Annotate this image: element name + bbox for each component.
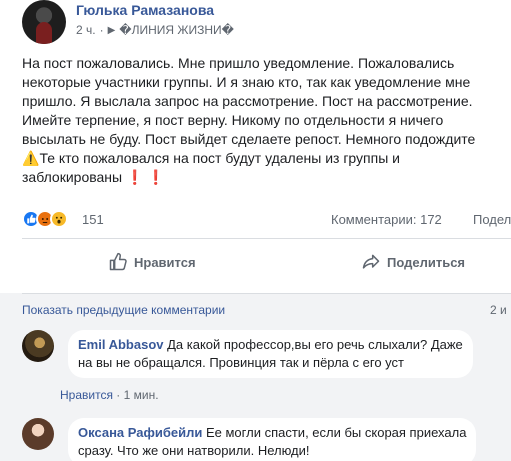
comment-text: Да какой профессор,вы его речь слыхали? … <box>167 337 463 352</box>
post-body: На пост пожаловались. Мне пришло уведомл… <box>22 54 511 187</box>
reactions-summary: 151 Комментарии: 172 Поделились <box>22 208 511 230</box>
like-button[interactable]: Нравится <box>108 252 196 272</box>
comment-text: сразу. Что же они натворили. Нелюди! <box>78 443 310 458</box>
post-text-line: На пост пожаловались. Мне пришло уведомл… <box>22 55 455 71</box>
comments-count-indicator: 2 и <box>490 303 507 317</box>
post-text-fragment: заблокированы <box>22 169 123 185</box>
commenter-avatar[interactable] <box>22 330 54 362</box>
exclamation-icon: ❗ ❗ <box>125 169 165 185</box>
post-actions: Нравится Поделиться <box>22 244 511 284</box>
comment-line: Emil Abbasov Да какой профессор,вы его р… <box>78 336 463 354</box>
comment-like-link[interactable]: Нравится <box>60 388 113 402</box>
comment-text: на вы не обращался. Провинция так и пёрл… <box>78 355 404 370</box>
post-text-line-last: заблокированы ❗ ❗ <box>22 168 511 187</box>
author-name[interactable]: Гюлька Рамазанова <box>76 2 214 18</box>
post-text-line: некоторые участники группы. И я знаю кто… <box>22 74 471 90</box>
post-header: Гюлька Рамазанова 2 ч. · ▶ �ЛИНИЯ ЖИЗНИ� <box>22 0 511 44</box>
divider <box>22 293 511 294</box>
author-avatar[interactable] <box>22 0 66 44</box>
post-text-line: высылать не буду. Пост выйдет сделаете р… <box>22 131 476 147</box>
comment-time[interactable]: 1 мин. <box>124 388 159 402</box>
post-text-line: пришло. Я выслала запрос на рассмотрение… <box>22 93 473 109</box>
thumbs-up-icon <box>109 252 127 271</box>
commenter-name[interactable]: Emil Abbasov <box>78 337 163 352</box>
post-text-fragment: Те кто пожаловался на пост будут удалены… <box>39 150 400 166</box>
meta-separator: · <box>99 23 104 37</box>
share-count[interactable]: Поделились <box>473 212 511 227</box>
show-previous-comments-link[interactable]: Показать предыдущие комментарии <box>22 303 225 317</box>
share-to-group-icon: ▶ <box>107 24 116 36</box>
post-meta: 2 ч. · ▶ �ЛИНИЯ ЖИЗНИ� <box>76 23 234 37</box>
post-text-line: Имейте терпение, я пост верну. Никому по… <box>22 112 444 128</box>
comment-bubble: Emil Abbasov Да какой профессор,вы его р… <box>68 330 473 378</box>
comment-count[interactable]: Комментарии: 172 <box>331 212 442 227</box>
comment-meta: Нравится · 1 мин. <box>60 388 159 402</box>
facebook-post: Гюлька Рамазанова 2 ч. · ▶ �ЛИНИЯ ЖИЗНИ�… <box>0 0 511 461</box>
comment-bubble: Оксана Рафибейли Ее могли спасти, если б… <box>68 418 477 461</box>
comment-text: Ее могли спасти, если бы скорая приехала <box>205 425 467 440</box>
like-button-label: Нравится <box>134 254 196 270</box>
post-time[interactable]: 2 ч. <box>76 23 96 37</box>
group-link[interactable]: �ЛИНИЯ ЖИЗНИ� <box>119 23 234 37</box>
warning-icon: ⚠️ <box>22 150 40 166</box>
share-button-label: Поделиться <box>387 254 466 270</box>
meta-separator: · <box>116 388 121 402</box>
share-arrow-icon <box>362 254 380 269</box>
post-text-line-warning: ⚠️Те кто пожаловался на пост будут удале… <box>22 149 511 168</box>
reaction-count[interactable]: 151 <box>82 212 104 227</box>
wow-reaction-icon <box>50 210 68 228</box>
divider <box>22 238 511 239</box>
commenter-name[interactable]: Оксана Рафибейли <box>78 425 202 440</box>
commenter-avatar[interactable] <box>22 418 54 450</box>
reaction-icons[interactable] <box>22 210 68 228</box>
comment-line: Оксана Рафибейли Ее могли спасти, если б… <box>78 424 466 442</box>
share-button[interactable]: Поделиться <box>361 252 465 272</box>
